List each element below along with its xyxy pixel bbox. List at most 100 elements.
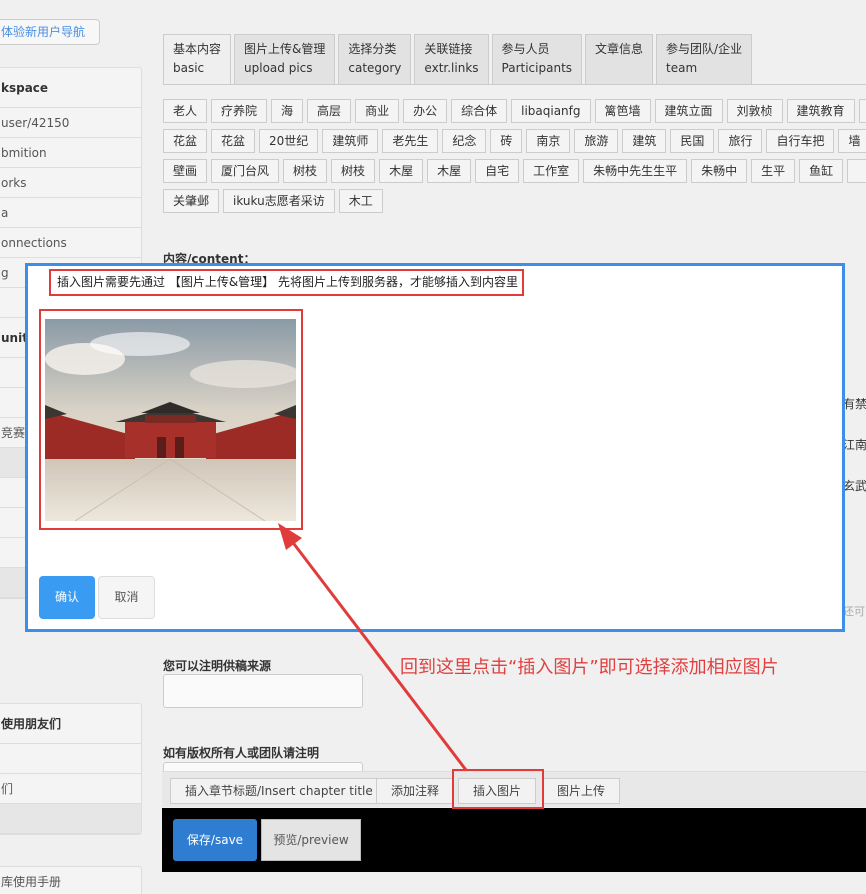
- tag-chip[interactable]: 综合体: [451, 99, 508, 123]
- tag-chip[interactable]: 朱畅中先生生平: [583, 159, 688, 183]
- tag-chip[interactable]: 建筑师: [322, 129, 379, 153]
- tag-chip[interactable]: 海: [271, 99, 304, 123]
- instruction-annotation: 回到这里点击“插入图片”即可选择添加相应图片: [400, 657, 779, 678]
- sidebar-item-works[interactable]: orks: [0, 168, 141, 198]
- tab-basic[interactable]: 基本内容 basic: [163, 34, 232, 84]
- tag-chip[interactable]: 建筑: [622, 129, 667, 153]
- content-text-fragment: 有禁: [843, 397, 866, 411]
- tag-chip[interactable]: 厦门台风: [211, 159, 280, 183]
- preview-button[interactable]: 预览/preview: [261, 819, 361, 861]
- save-button[interactable]: 保存/save: [173, 819, 257, 861]
- tag-chip[interactable]: 20世纪: [259, 129, 319, 153]
- insert-chapter-title-button[interactable]: 插入章节标题/Insert chapter title: [170, 778, 388, 804]
- tab-label-en: basic: [173, 61, 205, 75]
- tag-chip[interactable]: 商业: [355, 99, 400, 123]
- content-text-fragment: 还可: [843, 605, 865, 618]
- sidebar-item-friends[interactable]: 们: [0, 774, 141, 804]
- sidebar-item-user[interactable]: user/42150: [0, 108, 141, 138]
- tag-chip[interactable]: 木工: [338, 189, 383, 213]
- tab-label-zh: 参与团队/企业: [666, 42, 743, 56]
- tag-chip[interactable]: 花盆: [163, 129, 208, 153]
- sidebar-item-submission[interactable]: bmition: [0, 138, 141, 168]
- source-input[interactable]: [163, 674, 363, 708]
- tab-label-en: extr.links: [424, 61, 479, 75]
- user-manual-link[interactable]: 库使用手册: [0, 867, 141, 894]
- tag-chip[interactable]: 花盆: [211, 129, 256, 153]
- tab-bar: 基本内容 basic 图片上传&管理 upload pics 选择分类 cate…: [163, 34, 753, 84]
- insert-image-highlight: [452, 769, 544, 809]
- forbidden-city-photo[interactable]: [45, 319, 296, 521]
- sidebar-item-connections[interactable]: onnections: [0, 228, 141, 258]
- tag-chip[interactable]: 自行车把: [766, 129, 835, 153]
- sidebar-item-blank[interactable]: [0, 744, 141, 774]
- image-upload-button[interactable]: 图片上传: [542, 778, 621, 804]
- sidebar-item-a[interactable]: a: [0, 198, 141, 228]
- friends-panel: 使用朋友们 们: [0, 703, 142, 835]
- tab-upload-pics[interactable]: 图片上传&管理 upload pics: [234, 34, 336, 84]
- cancel-button[interactable]: 取消: [98, 576, 155, 619]
- tab-label-en: team: [666, 61, 698, 75]
- tag-chip[interactable]: 办公: [403, 99, 448, 123]
- confirm-button[interactable]: 确认: [39, 576, 95, 619]
- tag-row: 壁画 厦门台风 树枝 树枝 木屋 木屋 自宅 工作室 朱畅中先生生平 朱畅中 生平 鱼缸: [163, 159, 866, 183]
- tag-row: 老人 疗养院海高层 商业 办公 综合体 libaqianfg 篱笆墙 建筑立面 刘敦桢 建筑教育: [163, 99, 866, 123]
- tag-chip[interactable]: 建筑教育: [786, 99, 855, 123]
- tag-chip[interactable]: ikuku志愿者采访: [223, 189, 335, 213]
- tag-chip[interactable]: 关肇邺: [163, 189, 220, 213]
- tag-chip[interactable]: 刘敦桢: [726, 99, 783, 123]
- tab-participants[interactable]: 参与人员 Participants: [491, 34, 583, 84]
- tag-chip[interactable]: 旅行: [718, 129, 763, 153]
- tag-chip[interactable]: 建筑立面: [654, 99, 723, 123]
- tab-extra-links[interactable]: 关联链接 extr.links: [414, 34, 489, 84]
- tab-label-zh: 选择分类: [348, 42, 397, 56]
- tag-chip[interactable]: 墙: [838, 129, 866, 153]
- tag-cloud: 老人 疗养院海高层 商业 办公 综合体 libaqianfg 篱笆墙 建筑立面 刘敦桢 建筑教育 …: [163, 99, 866, 219]
- tab-label-zh: 图片上传&管理: [244, 42, 326, 56]
- tab-label-zh: 基本内容: [173, 42, 222, 56]
- tag-chip[interactable]: 老人: [163, 99, 208, 123]
- tab-team[interactable]: 参与团队/企业 team: [656, 34, 753, 84]
- tag-chip[interactable]: 纪念: [442, 129, 487, 153]
- tag-chip[interactable]: 老先生: [382, 129, 439, 153]
- source-label: 您可以注明供稿来源: [163, 659, 272, 673]
- sidebar-item-blank[interactable]: [0, 804, 141, 834]
- tab-label-en: category: [348, 61, 402, 75]
- tag-chip[interactable]: 木屋: [427, 159, 472, 183]
- tag-row: 花盆 花盆 20世纪 建筑师 老先生 纪念砖南京 旅游 建筑 民国 旅行 自行车把墙: [163, 129, 866, 153]
- insert-image-dialog: 插入图片需要先通过 【图片上传&管理】 先将图片上传到服务器，才能够插入到内容里: [25, 263, 845, 632]
- tab-label-zh: 参与人员: [501, 42, 550, 56]
- tag-chip[interactable]: 壁画: [163, 159, 208, 183]
- tag-chip[interactable]: 树枝: [283, 159, 328, 183]
- content-text-fragment: 玄武: [843, 479, 866, 493]
- tag-chip[interactable]: 鱼缸: [799, 159, 844, 183]
- new-user-guide-button[interactable]: 体验新用户导航: [0, 19, 100, 45]
- tag-chip[interactable]: 木屋: [379, 159, 424, 183]
- add-note-button[interactable]: 添加注释: [376, 778, 455, 804]
- tab-article-info[interactable]: 文章信息: [585, 34, 654, 84]
- tab-category[interactable]: 选择分类 category: [338, 34, 412, 84]
- tag-chip[interactable]: 朱畅中: [691, 159, 748, 183]
- manual-panel: 库使用手册: [0, 866, 142, 894]
- tag-chip[interactable]: 南京: [526, 129, 571, 153]
- tab-divider: [163, 84, 866, 85]
- tag-chip[interactable]: [847, 159, 866, 183]
- tag-chip[interactable]: 自宅: [475, 159, 520, 183]
- upload-hint-text: 插入图片需要先通过 【图片上传&管理】 先将图片上传到服务器，才能够插入到内容里: [49, 269, 524, 296]
- tag-chip[interactable]: [858, 99, 866, 123]
- tag-chip[interactable]: 旅游: [574, 129, 619, 153]
- image-selection-frame[interactable]: [39, 309, 303, 530]
- tab-label-zh: 关联链接: [424, 42, 473, 56]
- tag-chip[interactable]: 疗养院: [211, 99, 268, 123]
- tag-chip[interactable]: 砖: [490, 129, 523, 153]
- tag-chip[interactable]: 树枝: [331, 159, 376, 183]
- tag-chip[interactable]: 工作室: [523, 159, 580, 183]
- friends-heading: 使用朋友们: [0, 704, 141, 744]
- tag-chip[interactable]: 篱笆墙: [594, 99, 651, 123]
- tag-chip[interactable]: 高层: [307, 99, 352, 123]
- content-text-fragment: 江南: [843, 438, 866, 452]
- tag-chip[interactable]: libaqianfg: [511, 99, 591, 123]
- tag-chip[interactable]: 民国: [670, 129, 715, 153]
- copyright-label: 如有版权所有人或团队请注明: [163, 746, 320, 760]
- tag-chip[interactable]: 生平: [751, 159, 796, 183]
- tab-label-en: upload pics: [244, 61, 313, 75]
